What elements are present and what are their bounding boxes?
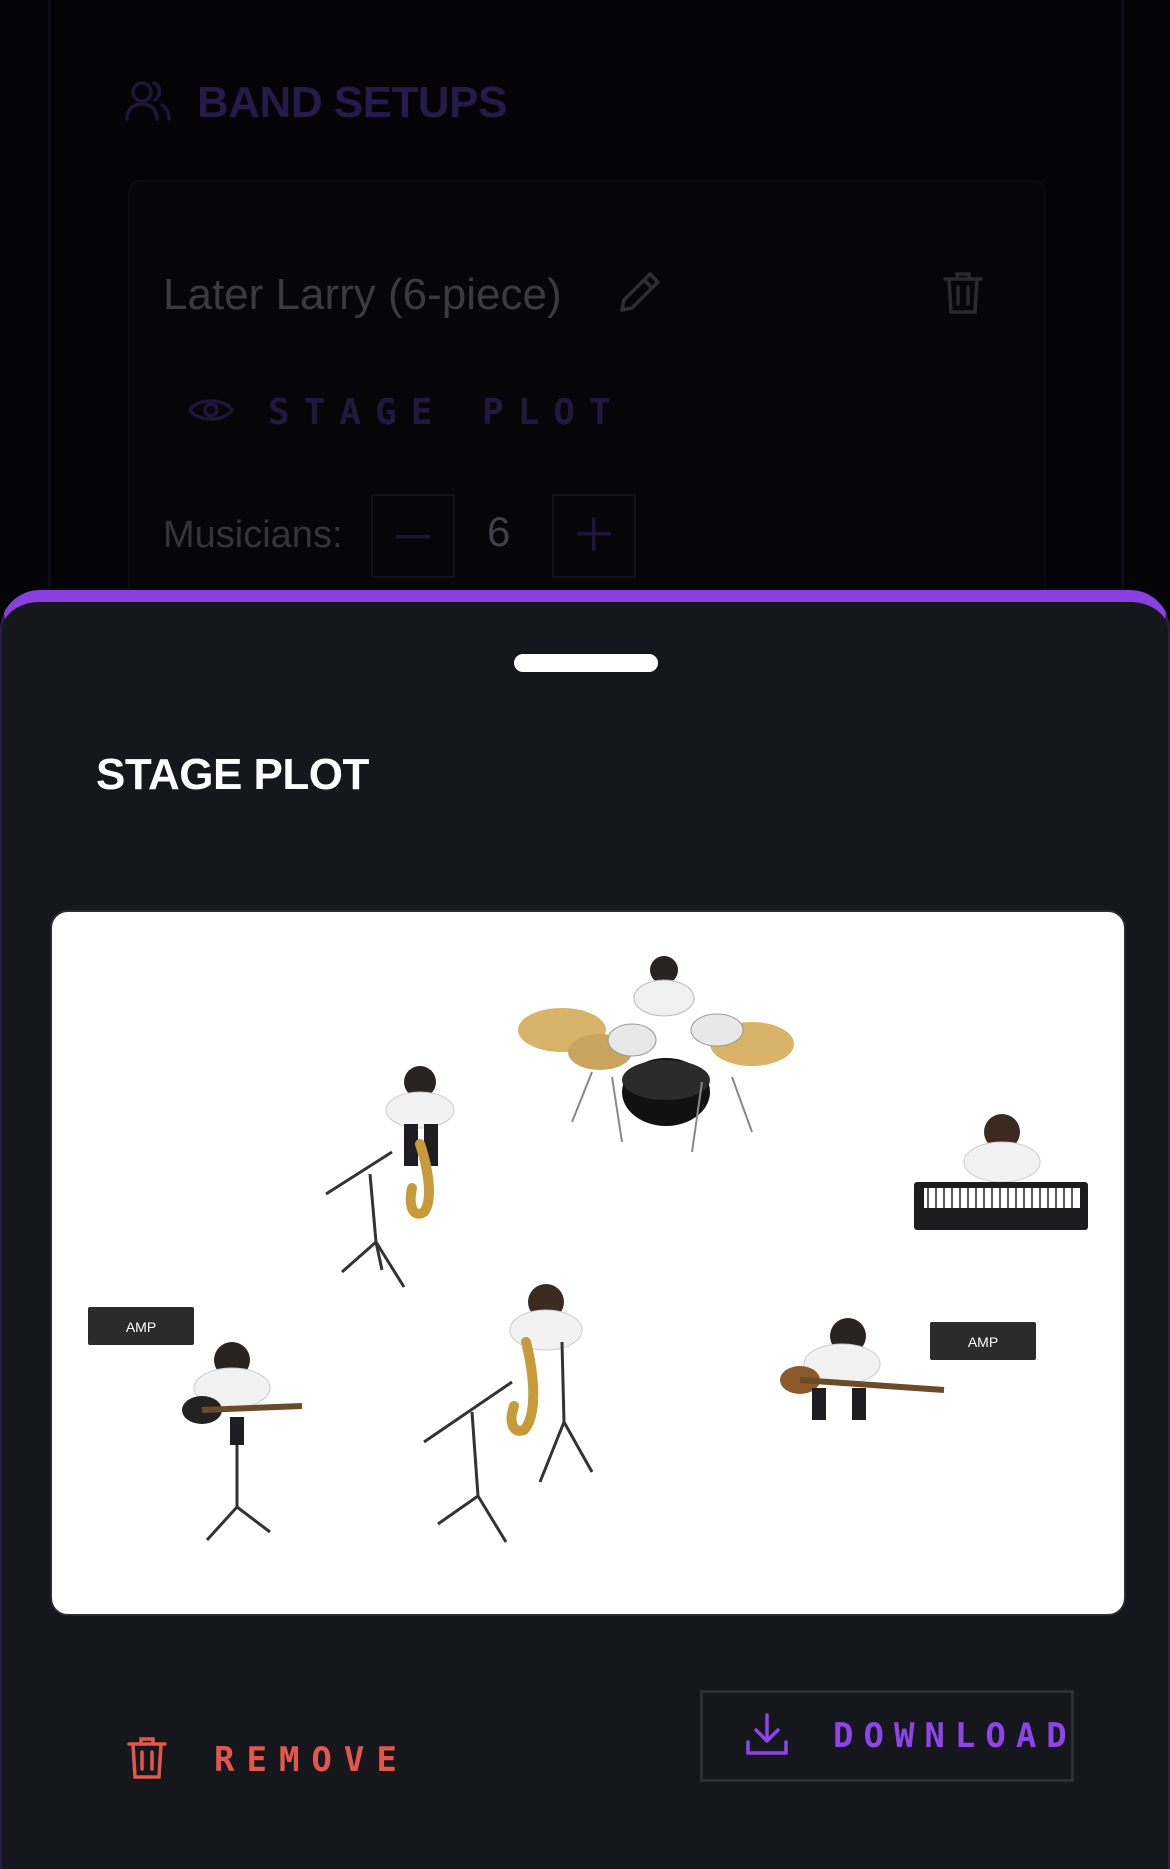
plus-icon xyxy=(577,516,611,556)
musicians-label: Musicians: xyxy=(163,514,343,556)
download-icon xyxy=(745,1712,789,1761)
section-title: BAND SETUPS xyxy=(197,78,507,127)
saxophonist-figure-2 xyxy=(423,1284,594,1543)
drag-handle[interactable] xyxy=(514,654,658,672)
minus-icon xyxy=(396,527,430,545)
download-button[interactable]: DOWNLOAD xyxy=(700,1690,1074,1782)
increment-musicians-button[interactable] xyxy=(552,494,636,578)
band-setups-header: BAND SETUPS xyxy=(125,78,507,128)
amp-right: AMP xyxy=(930,1322,1036,1360)
stage-plot-link-label: STAGE PLOT xyxy=(268,392,625,433)
amp-left: AMP xyxy=(88,1307,194,1345)
saxophonist-figure xyxy=(325,1066,455,1288)
download-label: DOWNLOAD xyxy=(833,1716,1077,1756)
stage-plot-sheet: STAGE PLOT AMP AMP REMOVE DOWNLOAD xyxy=(0,590,1170,1869)
stage-plot-image: AMP AMP xyxy=(50,910,1126,1616)
keyboardist-figure xyxy=(914,1114,1088,1230)
amp-left-label: AMP xyxy=(126,1319,156,1335)
decrement-musicians-button[interactable] xyxy=(371,494,455,578)
pencil-icon[interactable] xyxy=(616,268,664,321)
setup-name: Later Larry (6-piece) xyxy=(163,270,562,319)
sheet-title: STAGE PLOT xyxy=(96,750,369,799)
musicians-count: 6 xyxy=(487,508,511,555)
remove-label: REMOVE xyxy=(214,1740,409,1780)
guitarist-figure xyxy=(182,1342,303,1542)
bassist-figure xyxy=(780,1318,945,1420)
remove-button[interactable]: REMOVE xyxy=(126,1720,409,1800)
trash-icon xyxy=(126,1735,168,1786)
trash-icon[interactable] xyxy=(942,270,984,321)
app-root: BAND SETUPS Later Larry (6-piece) STAGE … xyxy=(0,0,1170,1869)
eye-icon xyxy=(187,393,235,432)
amp-right-label: AMP xyxy=(968,1334,998,1350)
stage-plot-link[interactable]: STAGE PLOT xyxy=(187,392,625,433)
users-icon xyxy=(125,79,171,128)
drummer-figure xyxy=(518,956,794,1153)
